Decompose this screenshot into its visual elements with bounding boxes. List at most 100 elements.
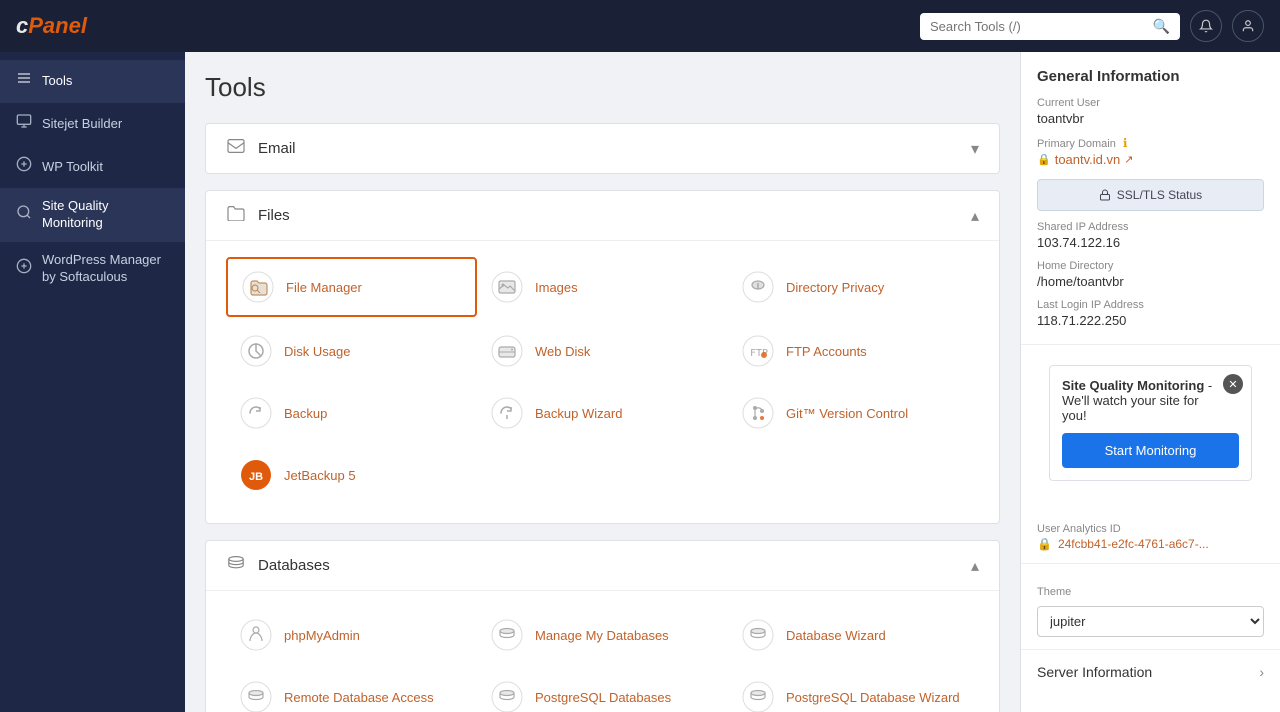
- site-quality-icon: [16, 204, 32, 227]
- sidebar-item-wp-manager-label: WordPress Manager by Softaculous: [42, 252, 169, 286]
- server-info-chevron-icon: ›: [1259, 664, 1264, 680]
- backup-wizard-label: Backup Wizard: [535, 406, 622, 421]
- tool-item-images[interactable]: Images: [477, 257, 728, 317]
- wp-toolkit-icon: [16, 156, 32, 179]
- tool-item-jetbackup[interactable]: JB JetBackup 5: [226, 447, 477, 503]
- postgresql-label: PostgreSQL Databases: [535, 690, 671, 705]
- tool-item-backup[interactable]: Backup: [226, 385, 477, 441]
- tool-item-git[interactable]: Git™ Version Control: [728, 385, 979, 441]
- tool-item-web-disk[interactable]: Web Disk: [477, 323, 728, 379]
- postgresql-icon: [489, 679, 525, 712]
- sidebar-item-site-quality[interactable]: Site Quality Monitoring: [0, 188, 185, 242]
- tool-item-disk-usage[interactable]: Disk Usage: [226, 323, 477, 379]
- files-section-body: File Manager Images: [206, 241, 999, 523]
- email-section-header[interactable]: Email ▾: [206, 124, 999, 173]
- shared-ip-value: 103.74.122.16: [1037, 235, 1264, 250]
- jetbackup-icon: JB: [238, 457, 274, 493]
- images-label: Images: [535, 280, 578, 295]
- email-section-label: Email: [258, 140, 296, 157]
- tools-icon: [16, 70, 32, 93]
- search-button[interactable]: 🔍: [1153, 18, 1170, 35]
- last-login-label: Last Login IP Address: [1037, 299, 1264, 311]
- tool-item-db-wizard[interactable]: Database Wizard: [728, 607, 979, 663]
- cpanel-logo: cPanel: [16, 13, 87, 39]
- files-section: Files ▴ File Manager: [205, 190, 1000, 524]
- sidebar-item-wp-toolkit[interactable]: WP Toolkit: [0, 146, 185, 189]
- tool-item-phpmyadmin[interactable]: phpMyAdmin: [226, 607, 477, 663]
- user-menu-button[interactable]: [1232, 10, 1264, 42]
- tool-item-backup-wizard[interactable]: Backup Wizard: [477, 385, 728, 441]
- backup-label: Backup: [284, 406, 327, 421]
- main-content: Tools Email ▾: [185, 52, 1280, 712]
- databases-tool-grid: phpMyAdmin Manage My Databases: [226, 607, 979, 712]
- tool-item-directory-privacy[interactable]: Directory Privacy: [728, 257, 979, 317]
- svg-text:JB: JB: [249, 471, 263, 483]
- sidebar-item-sitejet[interactable]: Sitejet Builder: [0, 103, 185, 146]
- sidebar-item-wp-manager[interactable]: WordPress Manager by Softaculous: [0, 242, 185, 296]
- ftp-icon: FTP: [740, 333, 776, 369]
- server-info-label: Server Information: [1037, 664, 1152, 680]
- tool-item-file-manager[interactable]: File Manager: [226, 257, 477, 317]
- topbar-right: 🔍: [920, 10, 1264, 42]
- disk-usage-icon: [238, 333, 274, 369]
- sidebar: Tools Sitejet Builder WP Toolkit Site Qu…: [0, 52, 185, 712]
- content-area: Tools Email ▾: [185, 52, 1020, 712]
- sqm-close-button[interactable]: ✕: [1223, 374, 1243, 394]
- images-icon: [489, 269, 525, 305]
- home-dir-label: Home Directory: [1037, 260, 1264, 272]
- analytics-section: User Analytics ID 🔒 24fcbb41-e2fc-4761-a…: [1021, 501, 1280, 564]
- tool-item-remote-db[interactable]: Remote Database Access: [226, 669, 477, 712]
- backup-icon: [238, 395, 274, 431]
- layout: Tools Sitejet Builder WP Toolkit Site Qu…: [0, 52, 1280, 712]
- databases-section-body: phpMyAdmin Manage My Databases: [206, 591, 999, 712]
- sidebar-item-tools-label: Tools: [42, 73, 72, 90]
- right-panel: General Information Current User toantvb…: [1020, 52, 1280, 712]
- db-wizard-label: Database Wizard: [786, 628, 886, 643]
- sitejet-icon: [16, 113, 32, 136]
- email-chevron-icon: ▾: [971, 139, 979, 159]
- databases-section-header[interactable]: Databases ▴: [206, 541, 999, 591]
- tool-item-postgresql[interactable]: PostgreSQL Databases: [477, 669, 728, 712]
- current-user-label: Current User: [1037, 97, 1264, 109]
- page-title: Tools: [205, 72, 1000, 103]
- sidebar-item-tools[interactable]: Tools: [0, 60, 185, 103]
- search-bar[interactable]: 🔍: [920, 13, 1180, 40]
- databases-section-label: Databases: [258, 557, 330, 574]
- analytics-row: 🔒 24fcbb41-e2fc-4761-a6c7-...: [1037, 537, 1264, 551]
- notifications-button[interactable]: [1190, 10, 1222, 42]
- git-icon: [740, 395, 776, 431]
- shared-ip-label: Shared IP Address: [1037, 221, 1264, 233]
- analytics-lock-icon: 🔒: [1037, 537, 1052, 551]
- tool-item-ftp[interactable]: FTP FTP Accounts: [728, 323, 979, 379]
- home-dir-value: /home/toantvbr: [1037, 274, 1264, 289]
- start-monitoring-button[interactable]: Start Monitoring: [1062, 433, 1239, 468]
- files-icon: [226, 205, 246, 226]
- ftp-label: FTP Accounts: [786, 344, 867, 359]
- tool-item-postgresql-wizard[interactable]: PostgreSQL Database Wizard: [728, 669, 979, 712]
- analytics-label: User Analytics ID: [1037, 523, 1264, 535]
- sqm-notification: ✕ Site Quality Monitoring - We'll watch …: [1049, 365, 1252, 481]
- manage-db-label: Manage My Databases: [535, 628, 669, 643]
- manage-db-icon: [489, 617, 525, 653]
- ssl-status-button[interactable]: SSL/TLS Status: [1037, 179, 1264, 211]
- theme-select[interactable]: jupiter paper_lantern: [1037, 606, 1264, 637]
- directory-privacy-label: Directory Privacy: [786, 280, 884, 295]
- search-input[interactable]: [930, 19, 1153, 34]
- tool-item-manage-db[interactable]: Manage My Databases: [477, 607, 728, 663]
- phpmyadmin-label: phpMyAdmin: [284, 628, 360, 643]
- primary-domain-value[interactable]: 🔒 toantv.id.vn ↗: [1037, 152, 1264, 167]
- remote-db-label: Remote Database Access: [284, 690, 434, 705]
- server-info-row[interactable]: Server Information ›: [1021, 650, 1280, 694]
- databases-icon: [226, 555, 246, 576]
- analytics-id-value: 24fcbb41-e2fc-4761-a6c7-...: [1058, 537, 1209, 551]
- postgresql-wizard-icon: [740, 679, 776, 712]
- file-manager-icon: [240, 269, 276, 305]
- backup-wizard-icon: [489, 395, 525, 431]
- files-section-header[interactable]: Files ▴: [206, 191, 999, 241]
- current-user-value: toantvbr: [1037, 111, 1264, 126]
- last-login-value: 118.71.222.250: [1037, 313, 1264, 328]
- general-info-title: General Information: [1037, 68, 1264, 85]
- file-manager-label: File Manager: [286, 280, 362, 295]
- databases-chevron-icon: ▴: [971, 556, 979, 576]
- files-section-label: Files: [258, 207, 290, 224]
